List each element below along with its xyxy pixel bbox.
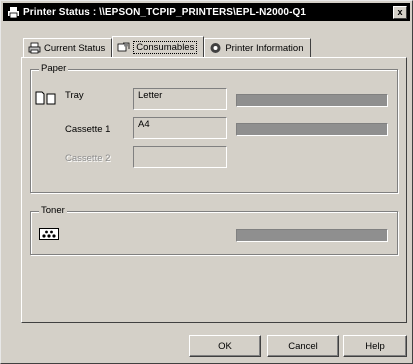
paper-group: Paper Tray Letter Cassette 1 A4 Cassette… — [30, 63, 398, 193]
toner-group-title: Toner — [39, 205, 67, 216]
tab-current-status-label: Current Status — [44, 42, 106, 54]
tab-printer-information-label: Printer Information — [225, 42, 304, 54]
help-button[interactable]: Help — [343, 335, 407, 357]
tab-consumables-label: Consumables — [133, 40, 198, 54]
ok-button[interactable]: OK — [189, 335, 261, 357]
paper-group-title: Paper — [39, 63, 69, 74]
cassette-1-size-field: A4 — [133, 117, 227, 139]
window-title: Printer Status : \\EPSON_TCPIP_PRINTERS\… — [23, 6, 307, 18]
tab-current-status[interactable]: Current Status — [23, 38, 113, 57]
toner-level-fill — [237, 230, 387, 241]
toner-level-bar — [236, 229, 388, 242]
toner-icon — [39, 228, 59, 243]
tray-label: Tray — [65, 90, 84, 101]
paper-icon — [35, 91, 57, 108]
cassette-2-size-field — [133, 146, 227, 168]
consumables-icon — [117, 41, 130, 53]
printer-icon — [28, 42, 41, 54]
tab-consumables[interactable]: Consumables — [112, 36, 205, 57]
toner-group: Toner — [30, 205, 398, 255]
info-gear-icon — [209, 42, 222, 54]
tab-strip: Current Status Consumables Printer Infor… — [23, 36, 311, 57]
cassette-2-label: Cassette 2 — [65, 153, 111, 164]
tray-level-bar — [236, 94, 388, 107]
cancel-button[interactable]: Cancel — [267, 335, 339, 357]
close-button[interactable]: x — [393, 5, 407, 19]
cassette-1-level-bar — [236, 123, 388, 136]
tab-printer-information[interactable]: Printer Information — [204, 38, 311, 57]
tray-size-field: Letter — [133, 88, 227, 110]
tray-level-fill — [237, 95, 387, 106]
cassette-1-level-fill — [237, 124, 387, 135]
title-bar[interactable]: Printer Status : \\EPSON_TCPIP_PRINTERS\… — [3, 3, 410, 21]
cassette-1-label: Cassette 1 — [65, 124, 111, 135]
printer-app-icon — [7, 6, 19, 18]
consumables-panel: Paper Tray Letter Cassette 1 A4 Cassette… — [21, 57, 407, 323]
printer-status-window: Printer Status : \\EPSON_TCPIP_PRINTERS\… — [0, 0, 413, 364]
